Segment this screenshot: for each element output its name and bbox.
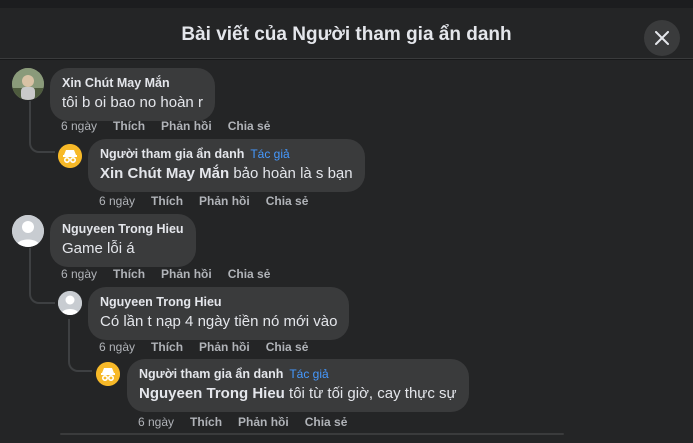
close-icon	[655, 31, 669, 45]
comment-text-body: bảo hoàn là s bạn	[229, 165, 353, 182]
avatar[interactable]	[58, 291, 82, 315]
author-name[interactable]: Người tham gia ẩn danh	[100, 147, 244, 161]
top-strip	[0, 0, 693, 8]
reply-button[interactable]: Phản hồi	[199, 194, 250, 208]
comment-actions: 6 ngày Thích Phản hồi Chia sẻ	[61, 267, 286, 281]
mention-link[interactable]: Nguyeen Trong Hieu	[139, 385, 285, 402]
like-button[interactable]: Thích	[113, 267, 145, 281]
comment-bubble: Nguyeen Trong Hieu Có lần t nạp 4 ngày t…	[88, 287, 350, 340]
comment-author[interactable]: Xin Chút May Mắn	[62, 75, 203, 91]
comment-time[interactable]: 6 ngày	[99, 340, 135, 354]
reply-button[interactable]: Phản hồi	[199, 340, 250, 354]
author-name[interactable]: Người tham gia ẩn danh	[139, 367, 283, 381]
comment-author: Người tham gia ẩn danh Tác giả	[100, 146, 353, 162]
comment-time[interactable]: 6 ngày	[138, 415, 174, 429]
comment-time[interactable]: 6 ngày	[61, 119, 97, 133]
comment-text: tôi b oi bao no hoàn r	[62, 94, 203, 111]
comment-text: Có lần t nạp 4 ngày tiền nó mới vào	[100, 313, 338, 330]
close-button[interactable]	[644, 20, 680, 56]
comment-time[interactable]: 6 ngày	[99, 194, 135, 208]
avatar[interactable]	[12, 68, 44, 100]
share-button[interactable]: Chia sẻ	[266, 340, 309, 354]
share-button[interactable]: Chia sẻ	[228, 119, 271, 133]
comment-actions: 6 ngày Thích Phản hồi Chia sẻ	[61, 119, 286, 133]
comment-text: Nguyeen Trong Hieu tôi từ tối giờ, cay t…	[139, 384, 457, 404]
dialog-header: Bài viết của Người tham gia ẩn danh	[0, 8, 693, 59]
author-badge: Tác giả	[289, 367, 329, 381]
anonymous-icon	[58, 144, 82, 168]
anonymous-avatar[interactable]	[58, 144, 82, 168]
comment-actions: 6 ngày Thích Phản hồi Chia sẻ	[138, 415, 363, 429]
comment-bubble: Người tham gia ẩn danh Tác giả Xin Chút M…	[88, 139, 365, 192]
comment-bubble: Xin Chút May Mắn tôi b oi bao no hoàn r	[50, 68, 215, 121]
comment-actions: 6 ngày Thích Phản hồi Chia sẻ	[99, 194, 324, 208]
reply-button[interactable]: Phản hồi	[161, 119, 212, 133]
comment-text: Game lỗi á	[62, 240, 135, 257]
like-button[interactable]: Thích	[151, 194, 183, 208]
share-button[interactable]: Chia sẻ	[228, 267, 271, 281]
default-avatar-icon	[58, 291, 82, 315]
comment-author: Người tham gia ẩn danh Tác giả	[139, 366, 457, 382]
next-comment-edge	[60, 433, 564, 435]
default-avatar-icon	[12, 215, 44, 247]
share-button[interactable]: Chia sẻ	[266, 194, 309, 208]
dialog-title: Bài viết của Người tham gia ẩn danh	[181, 24, 512, 45]
avatar[interactable]	[12, 215, 44, 247]
author-badge: Tác giả	[250, 147, 290, 161]
reply-button[interactable]: Phản hồi	[161, 267, 212, 281]
comment-author[interactable]: Nguyeen Trong Hieu	[100, 294, 337, 310]
reply-button[interactable]: Phản hồi	[238, 415, 289, 429]
comment-actions: 6 ngày Thích Phản hồi Chia sẻ	[99, 340, 324, 354]
anonymous-avatar[interactable]	[96, 362, 120, 386]
like-button[interactable]: Thích	[113, 119, 145, 133]
comment-author[interactable]: Nguyeen Trong Hieu	[62, 221, 184, 237]
anonymous-icon	[96, 362, 120, 386]
comment-time[interactable]: 6 ngày	[61, 267, 97, 281]
share-button[interactable]: Chia sẻ	[305, 415, 348, 429]
profile-photo-icon	[12, 68, 44, 100]
comment-text: Xin Chút May Mắn bảo hoàn là s bạn	[100, 164, 353, 184]
comment-bubble: Người tham gia ẩn danh Tác giả Nguyeen Tr…	[127, 359, 469, 412]
mention-link[interactable]: Xin Chút May Mắn	[100, 165, 229, 182]
like-button[interactable]: Thích	[151, 340, 183, 354]
comment-bubble: Nguyeen Trong Hieu Game lỗi á	[50, 214, 196, 267]
comment-text-body: tôi từ tối giờ, cay thực sự	[284, 385, 457, 402]
like-button[interactable]: Thích	[190, 415, 222, 429]
